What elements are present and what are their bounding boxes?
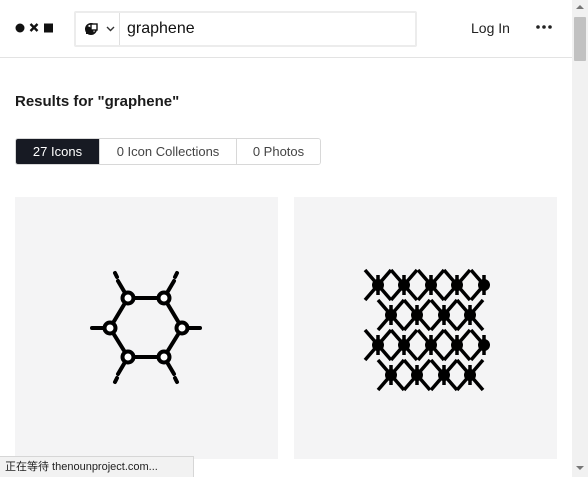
scroll-down-arrow-icon[interactable]: [576, 465, 584, 471]
lattice-atom: [411, 309, 423, 321]
lattice-atom: [425, 279, 437, 291]
result-type-tabs: 27 Icons 0 Icon Collections 0 Photos: [15, 138, 321, 165]
icon-result-card[interactable]: [294, 197, 557, 459]
lattice-atom: [464, 309, 476, 321]
login-link[interactable]: Log In: [471, 20, 510, 36]
search-type-selector[interactable]: [76, 13, 120, 45]
top-header: Log In: [0, 0, 572, 58]
lattice-atom: [411, 369, 423, 381]
vertical-scrollbar[interactable]: [572, 0, 588, 477]
more-horizontal-icon[interactable]: [536, 24, 552, 30]
lattice-atom: [478, 339, 490, 351]
lattice-atom: [398, 279, 410, 291]
lattice-atom: [451, 339, 463, 351]
tab-icon-collections[interactable]: 0 Icon Collections: [99, 139, 236, 164]
lattice-atom: [438, 369, 450, 381]
lattice-atom: [372, 339, 384, 351]
lattice-atom: [438, 309, 450, 321]
lattice-atom: [372, 279, 384, 291]
chevron-down-icon: [106, 26, 115, 32]
lattice-atom: [425, 339, 437, 351]
search-bar: [74, 11, 417, 47]
lattice-atom: [398, 339, 410, 351]
browser-status-bar: 正在等待 thenounproject.com...: [0, 456, 194, 477]
tab-photos[interactable]: 0 Photos: [236, 139, 320, 164]
lattice-atom: [464, 369, 476, 381]
icons-type-icon: [85, 23, 98, 35]
graphene-hexagon-icon: [90, 271, 202, 384]
scroll-thumb[interactable]: [574, 17, 586, 61]
results-heading: Results for "graphene": [15, 93, 180, 110]
tab-icons[interactable]: 27 Icons: [16, 139, 99, 164]
lattice-atom: [451, 279, 463, 291]
lattice-atom: [478, 279, 490, 291]
lattice-atom: [385, 309, 397, 321]
lattice-atom: [385, 369, 397, 381]
scroll-up-arrow-icon[interactable]: [576, 4, 584, 10]
graphene-lattice-icon: [363, 268, 490, 392]
icon-result-card[interactable]: [15, 197, 278, 459]
search-input[interactable]: [127, 13, 412, 45]
noun-project-logo-icon[interactable]: [15, 21, 55, 35]
